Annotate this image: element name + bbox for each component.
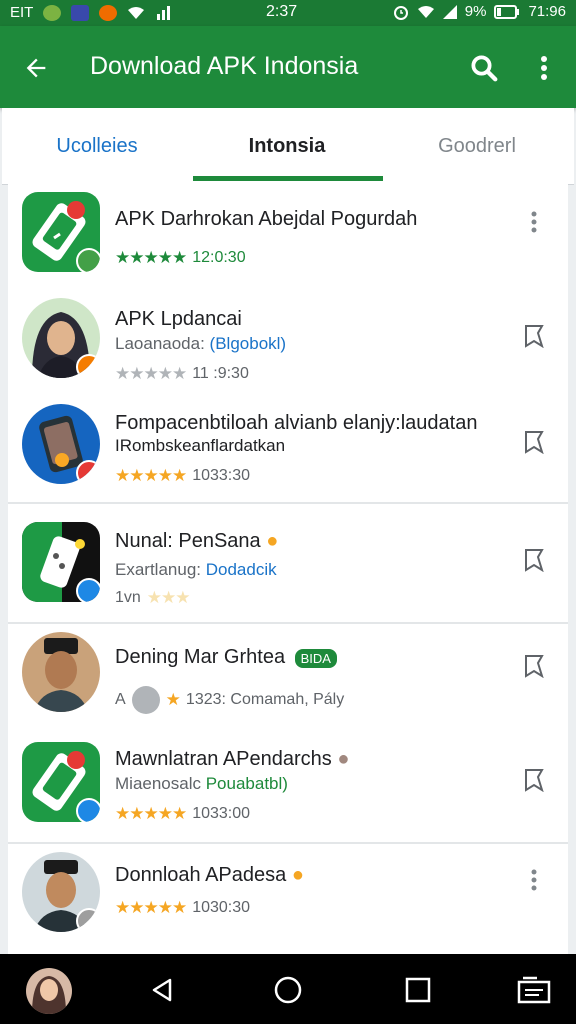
rating-text: 12:0:30 bbox=[192, 249, 246, 266]
app-icon bbox=[22, 404, 100, 484]
badge-icon bbox=[76, 578, 100, 602]
bookmark-icon[interactable] bbox=[518, 544, 550, 576]
battery-percent: 9% bbox=[464, 3, 487, 20]
rating-prefix: A bbox=[115, 691, 126, 708]
app-rating: ★★★★★ 11 :9:30 bbox=[115, 364, 249, 384]
alarm-icon bbox=[393, 5, 408, 20]
app-title: Mawnlatran APendarchs ● bbox=[115, 748, 350, 770]
star-rating-icon: ★★★★★ bbox=[115, 898, 187, 917]
rating-text: 1033:00 bbox=[192, 805, 251, 822]
star-rating-icon: ★★★★★ bbox=[115, 466, 187, 485]
status-left-icons: EIT bbox=[10, 4, 173, 21]
app-title: Donnloah APadesa ● bbox=[115, 864, 304, 886]
more-vert-icon[interactable] bbox=[518, 864, 550, 896]
list-item[interactable]: APK Lpdancai Laoanaoda: (Blgobokl) ★★★★★… bbox=[8, 290, 568, 398]
badge-icon bbox=[76, 354, 100, 378]
screenshot-icon[interactable] bbox=[514, 970, 554, 1010]
notification-app-icon bbox=[43, 4, 62, 21]
app-list: APK Darhrokan Abejdal Pogurdah ★★★★★ 12:… bbox=[8, 184, 568, 954]
app-rating: ★★★★★ 1033:00 bbox=[115, 804, 250, 824]
badge-icon bbox=[76, 908, 100, 932]
tab-goodrerl[interactable]: Goodrerl bbox=[382, 108, 572, 184]
developer-logo-icon bbox=[131, 686, 160, 714]
nav-recents-icon[interactable] bbox=[398, 970, 438, 1010]
app-icon bbox=[22, 742, 100, 822]
app-rating: 1vn ★★★ bbox=[115, 588, 191, 608]
rating-text: 11 :9:30 bbox=[192, 365, 249, 382]
star-rating-icon: ★★★★★ bbox=[115, 248, 187, 267]
battery-icon bbox=[494, 4, 520, 19]
rating-text: 1033:30 bbox=[192, 467, 251, 484]
notification-image-icon bbox=[71, 4, 90, 21]
bookmark-icon[interactable] bbox=[518, 320, 550, 352]
nav-home-icon[interactable] bbox=[268, 970, 308, 1010]
app-bar: Download APK Indonsia bbox=[0, 26, 576, 108]
app-rating: ★★★★★ 1030:30 bbox=[115, 898, 250, 918]
list-item[interactable]: Dening Mar Grhtea BIDA A ★ 1323: Comamah… bbox=[8, 624, 568, 732]
rating-text: 1323: Comamah, Pály bbox=[185, 691, 345, 708]
bookmark-icon[interactable] bbox=[518, 426, 550, 458]
app-title: APK Darhrokan Abejdal Pogurdah bbox=[115, 208, 418, 230]
app-title: Dening Mar Grhtea BIDA bbox=[115, 646, 337, 669]
star-rating-icon: ★★★ bbox=[146, 588, 191, 607]
rating-prefix: 1vn bbox=[115, 589, 141, 606]
status-time: 2:37 bbox=[266, 3, 298, 20]
more-vert-icon[interactable] bbox=[518, 206, 550, 238]
app-title: Fompacenbtiloah alvianb elanjy:laudatan bbox=[115, 412, 478, 434]
system-nav-bar bbox=[0, 954, 576, 1024]
signal-bars-icon bbox=[157, 5, 171, 20]
list-item[interactable]: APK Darhrokan Abejdal Pogurdah ★★★★★ 12:… bbox=[8, 184, 568, 292]
emoji-icon: ● bbox=[337, 748, 350, 770]
tab-bar: Ucolleies Intonsia Goodrerl bbox=[2, 108, 574, 185]
notification-heart-icon bbox=[99, 4, 118, 21]
tab-indicator bbox=[193, 176, 383, 181]
status-right-icons: 9% 71:96 bbox=[393, 3, 566, 20]
nav-back-icon[interactable] bbox=[142, 970, 182, 1010]
bookmark-icon[interactable] bbox=[518, 764, 550, 796]
list-item[interactable]: Fompacenbtiloah alvianb elanjy:laudatan … bbox=[8, 396, 568, 504]
more-vert-icon[interactable] bbox=[524, 48, 564, 88]
avatar bbox=[22, 852, 100, 932]
arrow-left-icon[interactable] bbox=[16, 48, 56, 88]
app-subtitle: IRombskeanflardatkan bbox=[115, 436, 286, 455]
star-rating-icon: ★★★★★ bbox=[115, 364, 187, 383]
emoji-icon: ● bbox=[291, 864, 304, 886]
star-rating-icon: ★★★★★ bbox=[115, 804, 187, 823]
list-item[interactable]: Mawnlatran APendarchs ● Miaenosalc Pouab… bbox=[8, 730, 568, 844]
wifi-icon bbox=[128, 6, 145, 19]
app-title: APK Lpdancai bbox=[115, 308, 242, 330]
app-icon bbox=[22, 522, 100, 602]
app-rating: A ★ 1323: Comamah, Pály bbox=[115, 686, 344, 714]
wifi-status-icon bbox=[417, 5, 434, 18]
app-subtitle: Laoanaoda: (Blgobokl) bbox=[115, 334, 287, 353]
app-rating: ★★★★★ 12:0:30 bbox=[115, 248, 246, 268]
app-subtitle: Miaenosalc Pouabatbl) bbox=[115, 774, 288, 793]
app-icon bbox=[22, 192, 100, 272]
cell-signal-icon bbox=[442, 4, 457, 19]
list-item[interactable]: Nunal: PenSana ● Exartlanug: Dodadcik 1v… bbox=[8, 512, 568, 624]
carrier-label: EIT bbox=[10, 4, 34, 21]
badge-icon bbox=[76, 798, 100, 822]
avatar bbox=[22, 298, 100, 378]
app-title: Nunal: PenSana ● bbox=[115, 530, 279, 552]
title-badge: BIDA bbox=[294, 649, 337, 668]
star-rating-icon: ★ bbox=[165, 690, 181, 709]
tab-intonsia[interactable]: Intonsia bbox=[192, 108, 382, 184]
app-rating: ★★★★★ 1033:30 bbox=[115, 466, 250, 486]
badge-icon bbox=[76, 460, 100, 484]
status-clock-right: 71:96 bbox=[528, 3, 566, 20]
rating-text: 1030:30 bbox=[192, 899, 251, 916]
avatar bbox=[22, 632, 100, 712]
tab-ucolleies[interactable]: Ucolleies bbox=[2, 108, 192, 184]
emoji-icon: ● bbox=[266, 530, 279, 552]
status-bar: EIT 2:37 9% 71:96 bbox=[0, 0, 576, 26]
page-title: Download APK Indonsia bbox=[90, 52, 359, 80]
bookmark-icon[interactable] bbox=[518, 650, 550, 682]
badge-icon bbox=[76, 248, 100, 272]
list-item[interactable]: Donnloah APadesa ● ★★★★★ 1030:30 bbox=[8, 844, 568, 954]
search-icon[interactable] bbox=[464, 48, 504, 88]
app-subtitle: Exartlanug: Dodadcik bbox=[115, 560, 277, 579]
avatar[interactable] bbox=[26, 968, 72, 1014]
